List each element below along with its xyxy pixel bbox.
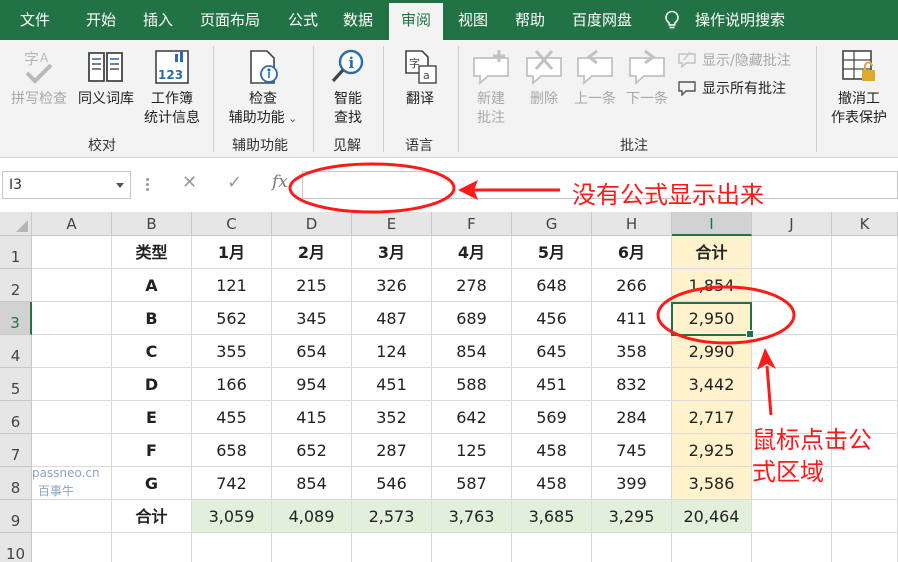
watermark-line2: 百事牛 xyxy=(38,484,75,498)
excel-window: 文件 开始 插入 页面布局 公式 数据 审阅 视图 帮助 百度网盘 操作说明搜索… xyxy=(0,0,898,562)
annotation-click-line2: 式区域 xyxy=(752,458,824,486)
annotation-arrow-line-2 xyxy=(765,365,773,416)
formula-bar-highlight-ellipse xyxy=(288,162,456,214)
selected-cell-highlight-ellipse xyxy=(656,285,796,345)
annotation-no-formula: 没有公式显示出来 xyxy=(572,181,764,209)
annotation-click-line1: 鼠标点击公 xyxy=(752,426,872,454)
watermark-line1: passneo.cn xyxy=(32,466,100,480)
